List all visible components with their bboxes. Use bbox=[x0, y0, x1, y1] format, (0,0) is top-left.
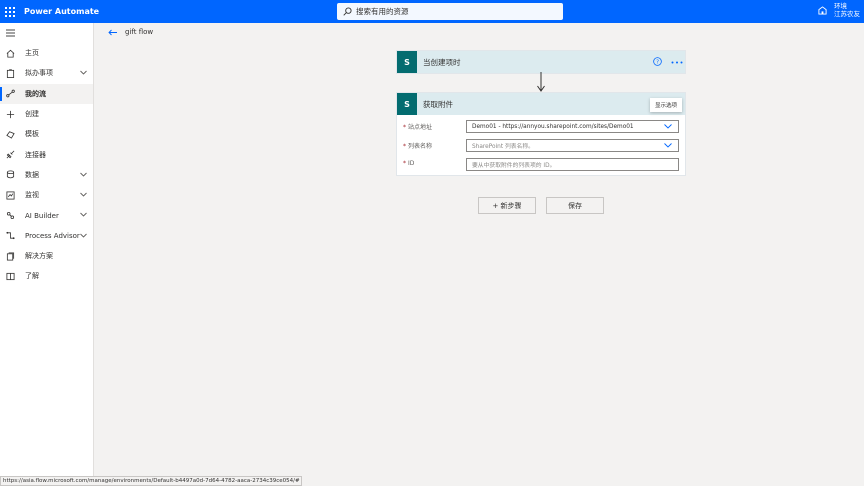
sidebar-item-action-items[interactable]: 拟办事项 bbox=[0, 63, 93, 83]
sidebar-item-home[interactable]: 主页 bbox=[0, 43, 93, 63]
list-name-placeholder: SharePoint 列表名称。 bbox=[472, 144, 534, 150]
connector-arrow-icon bbox=[537, 72, 545, 92]
status-url-bar: https://asia.flow.microsoft.com/manage/e… bbox=[0, 476, 302, 486]
sidebar-item-label: Process Advisor bbox=[25, 231, 80, 240]
sidebar-item-label: 主页 bbox=[25, 49, 39, 58]
collapse-nav-button[interactable] bbox=[0, 23, 93, 43]
sidebar-item-connectors[interactable]: 连接器 bbox=[0, 144, 93, 164]
sharepoint-logo-icon: S bbox=[397, 51, 417, 73]
left-navigation: 主页 拟办事项 我的流 创建 模板 连接器 数据 监视 AI Builder P… bbox=[0, 23, 94, 476]
environment-picker[interactable]: 环境 江苏农友 bbox=[818, 2, 864, 18]
solutions-icon bbox=[6, 252, 15, 261]
sidebar-item-label: 解决方案 bbox=[25, 252, 53, 261]
top-header-bar: Power Automate 搜索有用的资源 环境 江苏农友 bbox=[0, 0, 864, 23]
chevron-down-icon[interactable] bbox=[80, 233, 87, 238]
monitor-icon bbox=[6, 191, 15, 200]
sidebar-item-label: 连接器 bbox=[25, 150, 46, 159]
sharepoint-logo-icon: S bbox=[397, 93, 417, 115]
site-address-value: Demo01 - https://annyou.sharepoint.com/s… bbox=[472, 123, 634, 130]
environment-icon bbox=[818, 5, 827, 15]
plus-icon bbox=[6, 110, 15, 118]
sidebar-item-label: AI Builder bbox=[25, 211, 59, 220]
process-advisor-icon bbox=[6, 232, 15, 240]
sidebar-item-label: 数据 bbox=[25, 170, 39, 179]
id-row: * ID 要从中获取附件的列表项的 ID。 bbox=[397, 155, 685, 174]
waffle-icon bbox=[5, 6, 15, 17]
home-icon bbox=[6, 49, 15, 58]
app-title[interactable]: Power Automate bbox=[24, 7, 99, 16]
trigger-title: 当创建项时 bbox=[423, 57, 461, 67]
chevron-down-icon[interactable] bbox=[664, 124, 672, 129]
environment-label: 环境 bbox=[834, 2, 847, 10]
bottom-strip bbox=[302, 482, 864, 486]
hamburger-icon bbox=[6, 29, 15, 37]
search-box[interactable]: 搜索有用的资源 bbox=[337, 3, 563, 20]
connector-icon bbox=[6, 150, 15, 159]
site-address-label: 站点地址 bbox=[408, 124, 433, 131]
sidebar-item-solutions[interactable]: 解决方案 bbox=[0, 246, 93, 266]
trigger-card-header[interactable]: S 当创建项时 ? bbox=[397, 51, 685, 73]
help-icon[interactable]: ? bbox=[653, 57, 662, 66]
chevron-down-icon[interactable] bbox=[80, 212, 87, 218]
flow-name: gift flow bbox=[125, 28, 154, 36]
save-button[interactable]: 保存 bbox=[546, 197, 604, 214]
template-icon bbox=[6, 131, 15, 139]
sidebar-item-monitor[interactable]: 监视 bbox=[0, 185, 93, 205]
chevron-down-icon[interactable] bbox=[80, 172, 87, 177]
book-icon bbox=[6, 272, 15, 280]
sidebar-item-learn[interactable]: 了解 bbox=[0, 266, 93, 286]
site-address-dropdown[interactable]: Demo01 - https://annyou.sharepoint.com/s… bbox=[466, 120, 679, 133]
search-placeholder: 搜索有用的资源 bbox=[356, 7, 409, 16]
sidebar-item-ai-builder[interactable]: AI Builder bbox=[0, 205, 93, 225]
sidebar-item-process-advisor[interactable]: Process Advisor bbox=[0, 226, 93, 246]
app-launcher-button[interactable] bbox=[0, 0, 20, 23]
ai-builder-icon bbox=[6, 211, 15, 220]
site-address-row: * 站点地址 Demo01 - https://annyou.sharepoint… bbox=[397, 117, 685, 136]
new-step-button[interactable]: + 新步骤 bbox=[478, 197, 536, 214]
id-input[interactable]: 要从中获取附件的列表项的 ID。 bbox=[466, 158, 679, 171]
action-title: 获取附件 bbox=[423, 99, 453, 109]
chevron-down-icon[interactable] bbox=[80, 192, 87, 197]
list-name-row: * 列表名称 SharePoint 列表名称。 bbox=[397, 136, 685, 155]
environment-name: 江苏农友 bbox=[834, 10, 860, 18]
list-name-dropdown[interactable]: SharePoint 列表名称。 bbox=[466, 139, 679, 152]
sidebar-item-templates[interactable]: 模板 bbox=[0, 124, 93, 144]
breadcrumb: gift flow bbox=[108, 28, 153, 36]
list-name-label: 列表名称 bbox=[408, 143, 433, 150]
database-icon bbox=[6, 170, 15, 179]
search-icon bbox=[343, 7, 352, 16]
sidebar-item-label: 创建 bbox=[25, 110, 39, 119]
sidebar-item-label: 我的流 bbox=[25, 89, 46, 98]
svg-text:?: ? bbox=[656, 60, 659, 66]
clipboard-icon bbox=[6, 69, 15, 78]
sidebar-item-my-flows[interactable]: 我的流 bbox=[0, 83, 93, 104]
more-options-icon[interactable] bbox=[671, 61, 683, 64]
sidebar-item-label: 了解 bbox=[25, 272, 39, 281]
id-placeholder: 要从中获取附件的列表项的 ID。 bbox=[472, 163, 556, 169]
sidebar-item-label: 模板 bbox=[25, 130, 39, 139]
sidebar-item-label: 拟办事项 bbox=[25, 69, 53, 78]
back-arrow-icon[interactable] bbox=[108, 29, 117, 36]
flow-icon bbox=[6, 89, 15, 98]
sidebar-item-create[interactable]: 创建 bbox=[0, 104, 93, 124]
sidebar-item-data[interactable]: 数据 bbox=[0, 165, 93, 185]
sidebar-item-label: 监视 bbox=[25, 191, 39, 200]
id-label: ID bbox=[408, 160, 415, 167]
action-card-header[interactable]: S 获取附件 bbox=[397, 93, 685, 115]
chevron-down-icon[interactable] bbox=[664, 143, 672, 148]
chevron-down-icon[interactable] bbox=[80, 70, 87, 75]
show-options-tooltip[interactable]: 显示选项 bbox=[650, 98, 682, 112]
trigger-card[interactable]: S 当创建项时 ? bbox=[396, 50, 686, 74]
action-card[interactable]: S 获取附件 * 站点地址 Demo01 - https://annyou.sha… bbox=[396, 92, 686, 176]
